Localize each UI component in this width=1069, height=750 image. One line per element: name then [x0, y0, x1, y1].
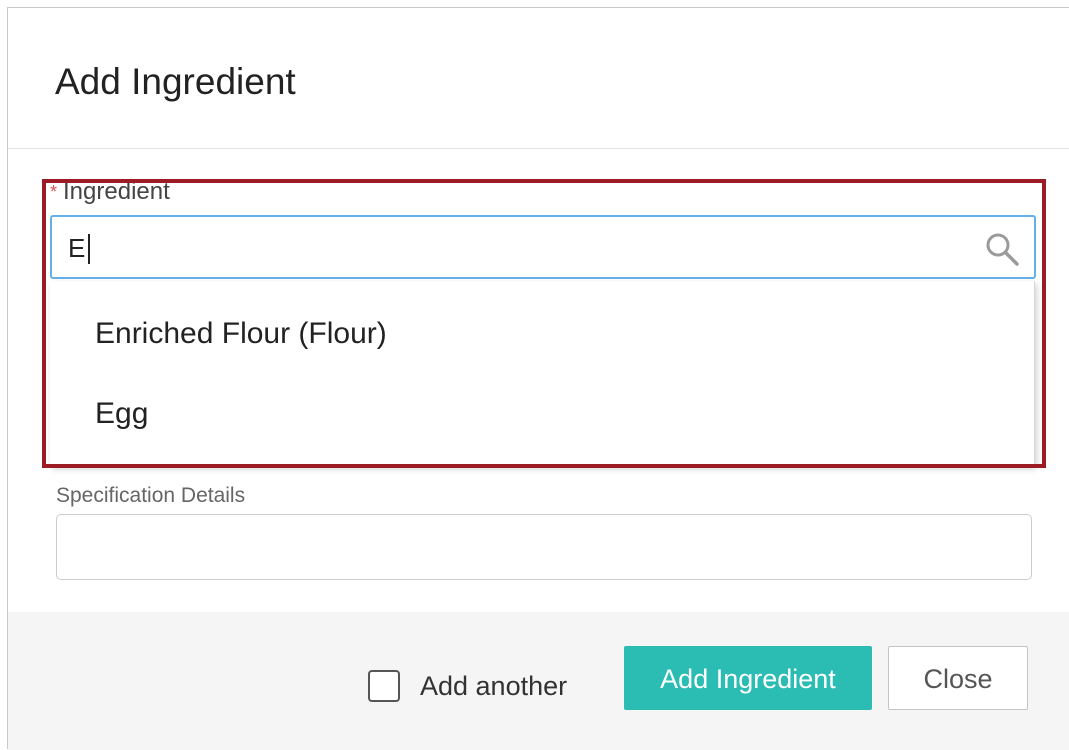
specification-details-label: Specification Details [56, 484, 246, 507]
add-ingredient-button[interactable]: Add Ingredient [624, 646, 872, 710]
search-icon[interactable] [984, 231, 1020, 267]
suggestion-item[interactable]: Egg [95, 396, 148, 432]
add-ingredient-modal: Add Ingredient *Ingredient Enriched Flou… [7, 7, 1069, 750]
add-another-label[interactable]: Add another [420, 670, 567, 702]
specification-details-input[interactable] [56, 514, 1032, 580]
ingredient-search-field[interactable] [50, 215, 1036, 279]
close-button[interactable]: Close [888, 646, 1028, 710]
ingredient-suggestions-dropdown: Enriched Flour (Flour) Egg [50, 281, 1035, 466]
text-caret [88, 234, 90, 264]
add-another-checkbox[interactable] [368, 670, 400, 702]
ingredient-search-input[interactable] [66, 227, 970, 269]
modal-footer: Add another Add Ingredient Close [8, 612, 1069, 750]
modal-header: Add Ingredient [8, 8, 1069, 149]
required-marker: * [50, 182, 58, 202]
modal-title: Add Ingredient [55, 61, 296, 102]
suggestion-item[interactable]: Enriched Flour (Flour) [95, 316, 387, 352]
ingredient-label-text: Ingredient [63, 178, 170, 205]
ingredient-label: * Ingredient [50, 178, 170, 206]
